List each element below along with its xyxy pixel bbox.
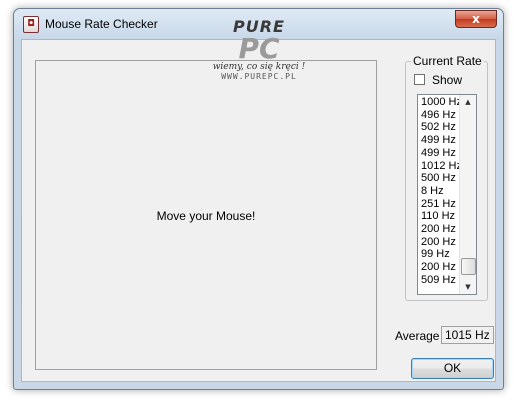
purepc-watermark-logo: PURE PC wiemy, co się kręci ! WWW.PUREPC… [204, 17, 314, 85]
rate-list-item[interactable]: 1000 Hz [421, 96, 462, 109]
mouse-instruction-label: Move your Mouse! [156, 209, 256, 223]
rate-list-scrollbar[interactable]: ▲ ▼ [459, 95, 476, 294]
logo-url: WWW.PUREPC.PL [221, 72, 297, 81]
logo-brand-bottom: PC [238, 32, 280, 65]
scroll-thumb[interactable] [461, 258, 476, 275]
app-icon[interactable]: ◘ [23, 16, 39, 33]
rate-list-item[interactable]: 502 Hz [421, 121, 456, 134]
current-rate-group: Current Rate Show 509 Hz 200 Hz 99 Hz 200 H… [405, 54, 488, 301]
rate-list-item[interactable]: 500 Hz [421, 172, 456, 185]
rate-listbox[interactable]: 509 Hz 200 Hz 99 Hz 200 Hz 200 Hz 110 Hz 251 H… [417, 94, 477, 295]
app-window: ◘ Mouse Rate Checker x Move your Mouse! … [13, 8, 504, 390]
average-label: Average [395, 329, 440, 343]
scroll-down-arrow-icon[interactable]: ▼ [460, 280, 476, 294]
average-value-field: 1015 Hz [441, 326, 494, 344]
scroll-up-arrow-icon[interactable]: ▲ [460, 95, 476, 109]
rate-list-item[interactable]: 200 Hz [421, 261, 456, 274]
client-area: Move your Mouse! Current Rate Show 509 H… [21, 39, 496, 382]
show-checkbox[interactable] [414, 74, 425, 85]
show-checkbox-label[interactable]: Show [432, 73, 462, 87]
rate-list-item[interactable]: 499 Hz [421, 134, 456, 147]
rate-list-item[interactable]: 509 Hz [421, 274, 456, 287]
ok-button[interactable]: OK [411, 358, 494, 379]
rate-list-item[interactable]: 110 Hz [421, 210, 455, 223]
rate-list-item[interactable]: 496 Hz [421, 109, 456, 122]
mouse-tracking-area[interactable]: Move your Mouse! [35, 60, 377, 370]
rate-list-item[interactable]: 8 Hz [421, 185, 444, 198]
close-button[interactable]: x [455, 10, 497, 28]
rate-list-item[interactable]: 499 Hz [421, 147, 456, 160]
logo-tagline: wiemy, co się kręci ! [212, 62, 306, 72]
window-title: Mouse Rate Checker [45, 17, 158, 31]
rate-list-item[interactable]: 99 Hz [421, 248, 450, 261]
rate-list-item[interactable]: 251 Hz [421, 198, 456, 211]
current-rate-group-title: Current Rate [411, 54, 484, 68]
rate-list-item[interactable]: 1012 Hz [421, 160, 462, 173]
rate-list-item[interactable]: 200 Hz [421, 223, 456, 236]
rate-list-item[interactable]: 200 Hz [421, 236, 456, 249]
